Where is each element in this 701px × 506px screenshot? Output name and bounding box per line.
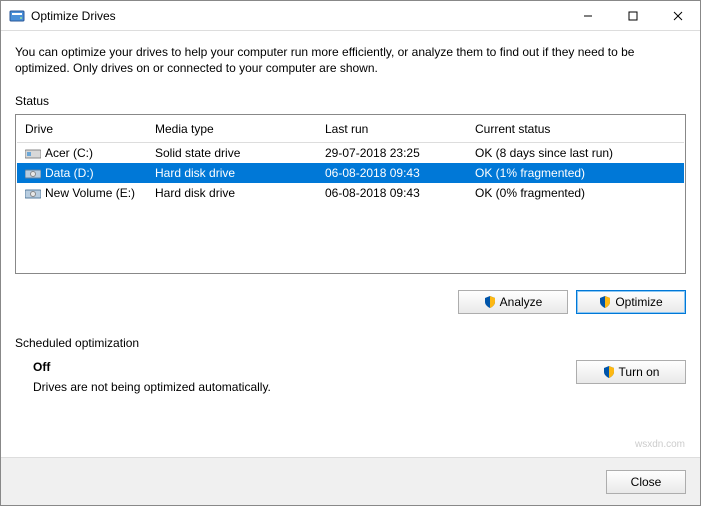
scheduled-state: Off	[33, 360, 576, 374]
drive-lastrun: 06-08-2018 09:43	[317, 183, 467, 203]
shield-icon	[599, 296, 611, 308]
col-drive[interactable]: Drive	[17, 116, 147, 143]
window: Optimize Drives You can optimize your dr…	[0, 0, 701, 506]
drive-lastrun: 06-08-2018 09:43	[317, 163, 467, 183]
drive-media: Hard disk drive	[147, 183, 317, 203]
drive-status: OK (8 days since last run)	[467, 143, 684, 164]
drive-media: Solid state drive	[147, 143, 317, 164]
footer: Close	[1, 457, 700, 505]
shield-icon	[484, 296, 496, 308]
drive-name: Data (D:)	[45, 166, 94, 180]
turn-on-label: Turn on	[619, 365, 660, 379]
close-button[interactable]: Close	[606, 470, 686, 494]
maximize-button[interactable]	[610, 1, 655, 30]
watermark: wsxdn.com	[635, 439, 685, 450]
drive-status: OK (1% fragmented)	[467, 163, 684, 183]
titlebar: Optimize Drives	[1, 1, 700, 31]
analyze-button[interactable]: Analyze	[458, 290, 568, 314]
drives-table: Drive Media type Last run Current status…	[17, 116, 684, 203]
col-lastrun[interactable]: Last run	[317, 116, 467, 143]
status-label: Status	[15, 94, 686, 108]
optimize-label: Optimize	[615, 295, 662, 309]
col-status[interactable]: Current status	[467, 116, 684, 143]
drive-icon	[25, 148, 41, 160]
drive-lastrun: 29-07-2018 23:25	[317, 143, 467, 164]
description-text: You can optimize your drives to help you…	[15, 45, 686, 76]
table-row[interactable]: New Volume (E:) Hard disk drive06-08-2018…	[17, 183, 684, 203]
drive-icon	[25, 168, 41, 180]
table-row[interactable]: Acer (C:) Solid state drive29-07-2018 23:…	[17, 143, 684, 164]
col-media[interactable]: Media type	[147, 116, 317, 143]
window-controls	[565, 1, 700, 30]
drive-media: Hard disk drive	[147, 163, 317, 183]
table-row[interactable]: Data (D:) Hard disk drive06-08-2018 09:43…	[17, 163, 684, 183]
scheduled-row: Off Drives are not being optimized autom…	[15, 360, 686, 394]
drive-name: Acer (C:)	[45, 146, 93, 160]
action-buttons-row: Analyze Optimize	[15, 290, 686, 314]
drive-name: New Volume (E:)	[45, 186, 135, 200]
app-icon	[9, 8, 25, 24]
scheduled-detail: Drives are not being optimized automatic…	[33, 380, 576, 394]
turn-on-button[interactable]: Turn on	[576, 360, 686, 384]
content-area: You can optimize your drives to help you…	[1, 31, 700, 457]
scheduled-info: Off Drives are not being optimized autom…	[15, 360, 576, 394]
optimize-button[interactable]: Optimize	[576, 290, 686, 314]
table-header-row: Drive Media type Last run Current status	[17, 116, 684, 143]
shield-icon	[603, 366, 615, 378]
close-window-button[interactable]	[655, 1, 700, 30]
scheduled-label: Scheduled optimization	[15, 336, 686, 350]
minimize-button[interactable]	[565, 1, 610, 30]
window-title: Optimize Drives	[31, 9, 565, 23]
drive-icon	[25, 188, 41, 200]
analyze-label: Analyze	[500, 295, 543, 309]
drive-status: OK (0% fragmented)	[467, 183, 684, 203]
drives-list-box: Drive Media type Last run Current status…	[15, 114, 686, 274]
